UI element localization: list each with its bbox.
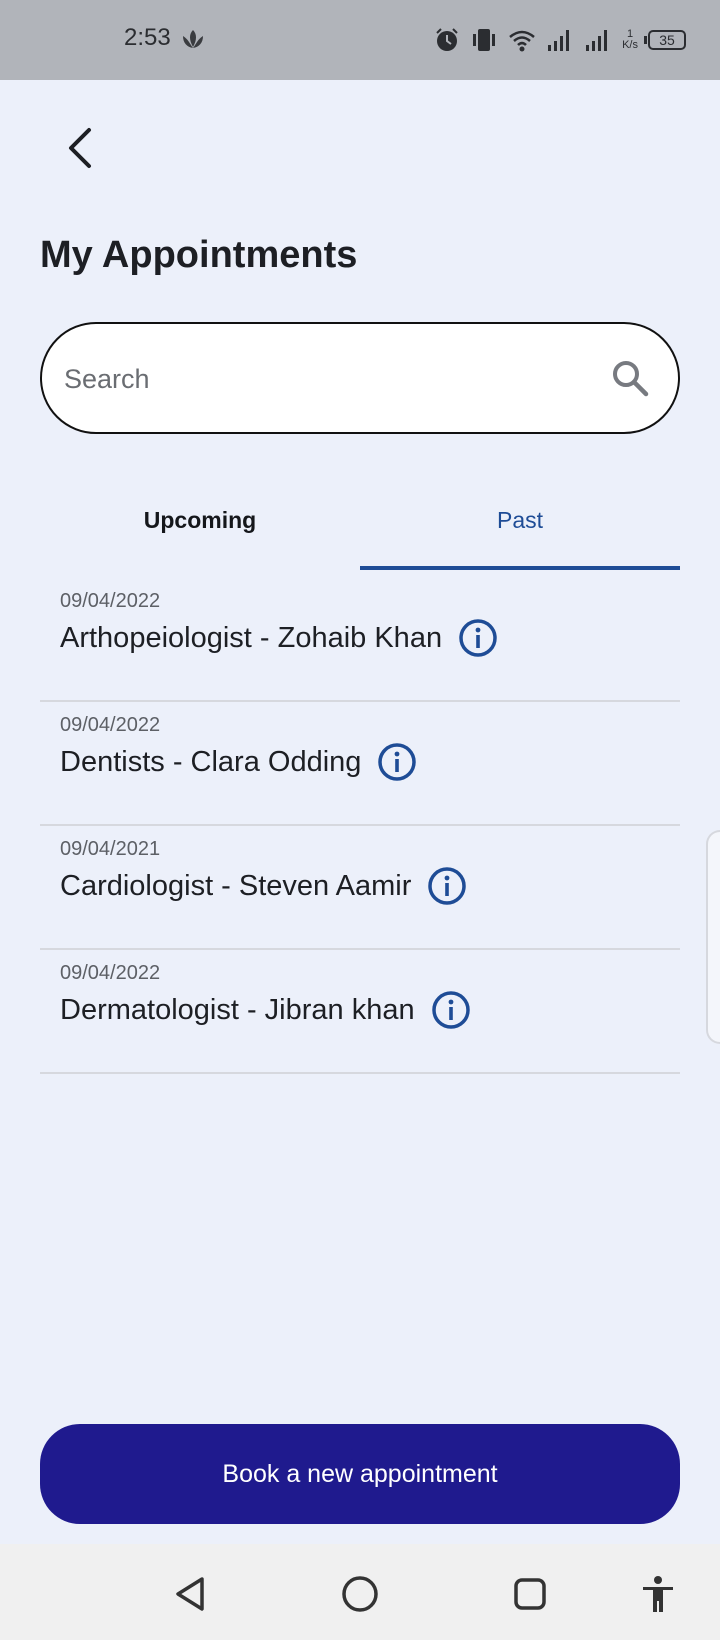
status-icons: 1 K/s 35	[434, 24, 686, 56]
book-appointment-button[interactable]: Book a new appointment	[40, 1424, 680, 1524]
status-bar: 2:53 1 K/s 35	[0, 0, 720, 80]
appointment-title: Dermatologist - Jibran khan	[60, 993, 415, 1026]
back-arrow-icon	[69, 128, 91, 168]
appointment-row: Dentists - Clara Odding	[60, 742, 417, 782]
tab-upcoming[interactable]: Upcoming	[40, 480, 360, 570]
nav-back-button[interactable]	[166, 1570, 214, 1618]
leaf-icon	[183, 30, 203, 48]
search-box[interactable]	[40, 322, 680, 434]
list-item[interactable]: 09/04/2022 Dentists - Clara Odding	[40, 702, 680, 826]
appointment-title: Arthopeiologist - Zohaib Khan	[60, 621, 443, 654]
appointment-row: Arthopeiologist - Zohaib Khan	[60, 618, 498, 658]
accessibility-icon	[643, 1576, 673, 1612]
search-input[interactable]	[64, 354, 584, 404]
nav-home-button[interactable]	[336, 1570, 384, 1618]
network-speed: 1 K/s	[622, 29, 638, 51]
info-icon[interactable]	[431, 990, 471, 1030]
appointment-list: 09/04/2022 Arthopeiologist - Zohaib Khan…	[40, 578, 680, 1074]
nav-recents-icon	[514, 1578, 546, 1610]
appointment-title: Cardiologist - Steven Aamir	[60, 869, 412, 902]
nav-recents-button[interactable]	[506, 1570, 554, 1618]
wifi-icon	[509, 30, 535, 52]
navigation-bar	[0, 1544, 720, 1640]
accessibility-button[interactable]	[634, 1570, 682, 1618]
nav-back-icon	[176, 1577, 204, 1611]
appointment-date: 09/04/2022	[60, 590, 161, 612]
status-time: 2:53	[124, 24, 171, 51]
appointment-row: Cardiologist - Steven Aamir	[60, 866, 467, 906]
signal-icon	[548, 30, 570, 51]
info-icon[interactable]	[377, 742, 417, 782]
search-icon[interactable]	[610, 358, 650, 398]
info-icon[interactable]	[427, 866, 467, 906]
tabs: Upcoming Past	[40, 480, 680, 570]
battery-icon: 35	[644, 30, 686, 50]
info-icon[interactable]	[458, 618, 498, 658]
edge-panel-handle[interactable]	[706, 830, 720, 1044]
nav-home-icon	[342, 1576, 378, 1612]
tab-past[interactable]: Past	[360, 480, 680, 570]
appointment-date: 09/04/2021	[60, 838, 161, 860]
network-speed-unit: K/s	[622, 39, 638, 51]
appointment-title: Dentists - Clara Odding	[60, 745, 362, 778]
list-item[interactable]: 09/04/2022 Dermatologist - Jibran khan	[40, 950, 680, 1074]
list-item[interactable]: 09/04/2022 Arthopeiologist - Zohaib Khan	[40, 578, 680, 702]
back-button[interactable]	[52, 118, 108, 178]
page-title: My Appointments	[40, 234, 358, 276]
list-item[interactable]: 09/04/2021 Cardiologist - Steven Aamir	[40, 826, 680, 950]
appointment-row: Dermatologist - Jibran khan	[60, 990, 471, 1030]
vibrate-icon	[473, 29, 496, 51]
signal-icon-2	[586, 30, 608, 51]
alarm-icon	[436, 28, 458, 51]
appointment-date: 09/04/2022	[60, 714, 161, 736]
appointment-date: 09/04/2022	[60, 962, 161, 984]
